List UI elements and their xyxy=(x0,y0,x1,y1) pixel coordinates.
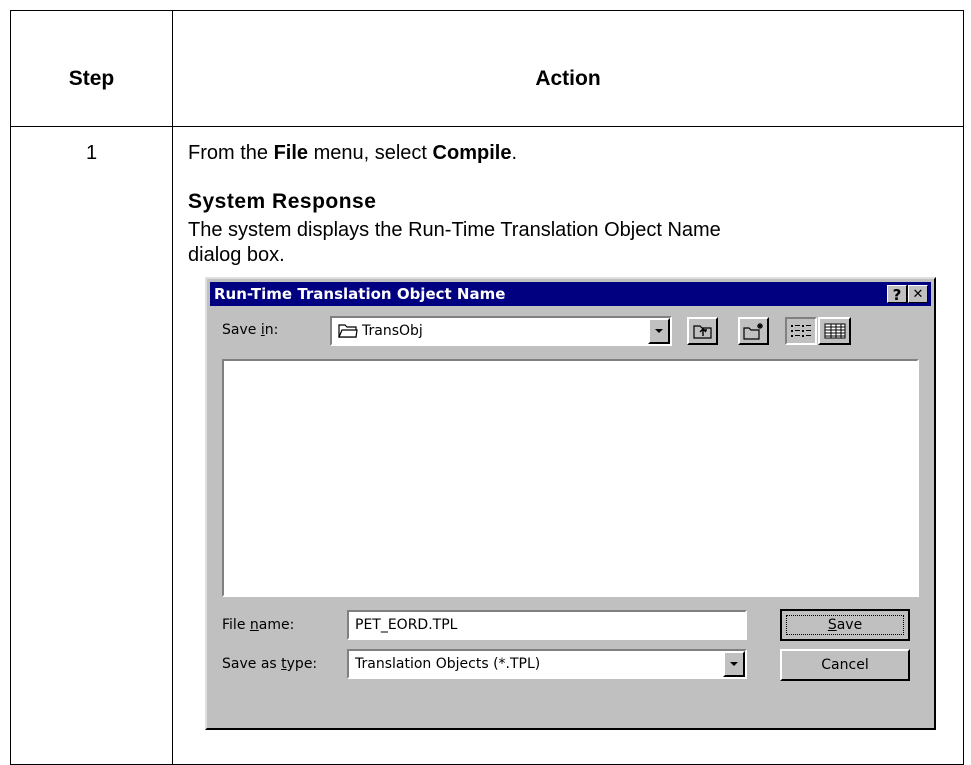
system-response-heading: System Response xyxy=(188,190,377,213)
save-dialog: Run-Time Translation Object Name ? ✕ Sav… xyxy=(205,277,936,730)
instruction-suffix: . xyxy=(511,142,518,164)
file-name-value: PET_EORD.TPL xyxy=(355,617,458,633)
save-in-label: Save in: xyxy=(222,322,279,338)
save-as-type-value: Translation Objects (*.TPL) xyxy=(355,656,541,672)
save-in-dropdown[interactable]: TransObj xyxy=(330,316,672,346)
save-in-dropdown-arrow[interactable] xyxy=(648,318,670,344)
up-one-level-button[interactable] xyxy=(687,317,718,345)
close-button[interactable]: ✕ xyxy=(908,285,928,303)
chevron-down-icon xyxy=(655,329,663,333)
instruction-text: From the File menu, select Compile. xyxy=(188,142,517,165)
save-as-type-dropdown-arrow[interactable] xyxy=(723,651,745,677)
list-view-button[interactable] xyxy=(785,317,817,345)
instruction-command: Compile xyxy=(432,142,512,164)
list-view-icon xyxy=(791,325,811,337)
folder-icon xyxy=(338,322,358,342)
header-divider xyxy=(11,126,963,127)
details-view-icon xyxy=(824,323,845,339)
instruction-middle: menu, select xyxy=(308,142,433,164)
instruction-menu: File xyxy=(273,142,309,164)
dialog-titlebar[interactable]: Run-Time Translation Object Name ? ✕ xyxy=(210,282,931,306)
step-number: 1 xyxy=(85,142,98,164)
save-in-value: TransObj xyxy=(362,323,423,339)
create-new-folder-button[interactable] xyxy=(738,317,769,345)
instruction-prefix: From the xyxy=(188,142,274,164)
save-as-type-dropdown[interactable]: Translation Objects (*.TPL) xyxy=(347,649,747,679)
help-button[interactable]: ? xyxy=(887,285,907,304)
chevron-down-icon xyxy=(730,662,738,666)
save-as-type-label: Save as type: xyxy=(222,656,318,672)
file-list[interactable] xyxy=(222,359,919,597)
up-one-level-icon xyxy=(692,325,712,339)
file-name-input[interactable]: PET_EORD.TPL xyxy=(347,610,747,640)
save-button[interactable]: Save xyxy=(780,609,910,641)
header-action: Action xyxy=(535,66,601,90)
cancel-button[interactable]: Cancel xyxy=(780,649,910,681)
file-name-label: File name: xyxy=(222,617,295,633)
header-step: Step xyxy=(68,66,115,90)
details-view-button[interactable] xyxy=(818,317,851,345)
focus-ring xyxy=(786,615,904,635)
create-new-folder-icon xyxy=(742,323,763,340)
system-response-text: The system displays the Run-Time Transla… xyxy=(188,219,721,266)
dialog-title: Run-Time Translation Object Name xyxy=(214,285,506,303)
